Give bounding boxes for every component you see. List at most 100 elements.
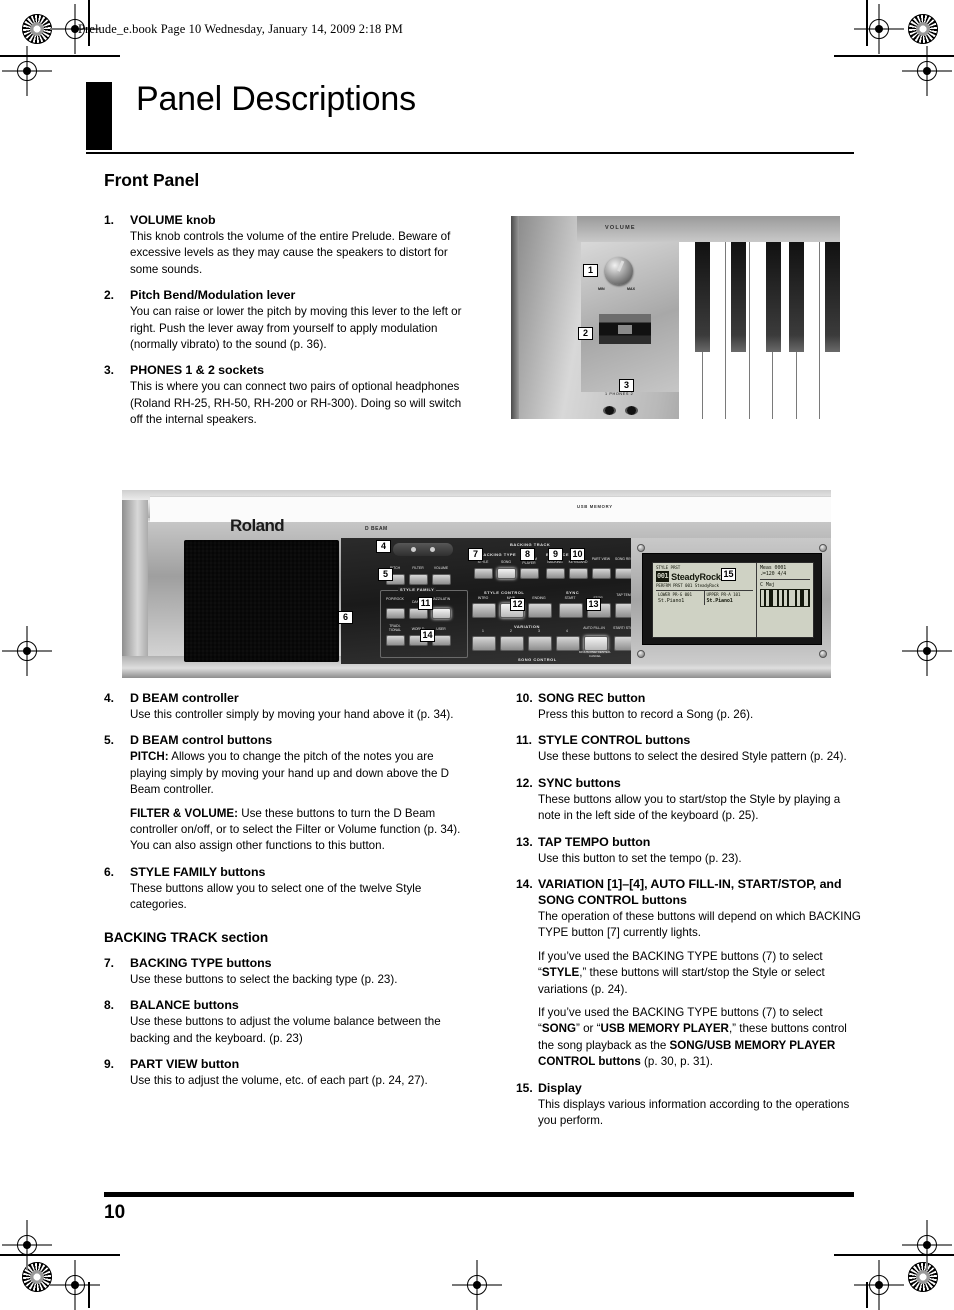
trim-line-top-left-h <box>0 55 120 57</box>
style-family-traditional-button[interactable] <box>386 635 405 646</box>
item-number: 14. <box>516 877 533 892</box>
sync-group-label: SYNC <box>566 590 580 595</box>
volume-knob-photo: VOLUME MIN MAX 1 PHONES 2 <box>511 216 840 419</box>
speaker-grille <box>184 540 339 662</box>
backing-type-usb-mem-player-button[interactable] <box>520 568 539 579</box>
crop-mark-right-lower <box>902 1220 952 1270</box>
d-beam-volume-button[interactable] <box>432 574 451 585</box>
backing-type-style-button[interactable] <box>474 568 493 579</box>
lcd-lower-part: LOWER PR-G 001 St.Piano1 <box>656 591 705 605</box>
item-paragraph: These buttons allow you to select one of… <box>130 881 422 912</box>
page-title: Panel Descriptions <box>136 80 416 118</box>
balance-keyboard-label: KEYBOARD <box>568 560 588 564</box>
list-item: 5. D BEAM control buttons PITCH: Allows … <box>104 732 464 854</box>
page-title-block: Panel Descriptions <box>86 80 854 156</box>
callout-1: 1 <box>583 264 598 277</box>
item-paragraph: Press this button to record a Song (p. 2… <box>538 708 754 721</box>
style-control-group-label: STYLE CONTROL <box>484 590 525 595</box>
variation-3-label: 3 <box>538 629 540 633</box>
item-heading: TAP TEMPO button <box>538 834 651 849</box>
item-number: 6. <box>104 864 115 879</box>
part-view-button[interactable] <box>592 568 611 579</box>
callout-13: 13 <box>586 598 601 611</box>
d-beam-filter-label: FILTER <box>412 566 424 570</box>
item-number: 3. <box>104 363 115 378</box>
style-control-intro-button[interactable] <box>472 603 496 618</box>
lcd-upper-tone: St.Piano1 <box>706 598 733 604</box>
black-key <box>731 242 746 352</box>
left-column-top: 1. VOLUME knob This knob controls the vo… <box>104 212 470 438</box>
crop-mark-left-upper <box>2 46 52 96</box>
style-control-ending-button[interactable] <box>528 603 552 618</box>
d-beam-label: D BEAM <box>365 526 388 532</box>
item-heading: SONG REC button <box>538 691 646 705</box>
item-paragraph: These buttons allow you to start/stop th… <box>538 792 841 823</box>
variation-2-button[interactable] <box>500 636 524 651</box>
callout-11: 11 <box>418 597 433 610</box>
crop-mark-bottom-center <box>452 1260 502 1310</box>
crop-mark-bottom-left <box>50 1260 100 1310</box>
balance-keyboard-button[interactable] <box>569 568 588 579</box>
bezel-screw <box>819 544 827 552</box>
trim-line-bottom-right-h <box>834 1254 954 1256</box>
balance-backing-label: BACKING <box>547 560 563 564</box>
item-number: 10. <box>516 691 533 705</box>
item-number: 9. <box>104 1057 115 1072</box>
trim-line-bottom-left-v <box>88 1282 90 1308</box>
callout-12: 12 <box>510 598 525 611</box>
lcd-left-pane: STYLE PRST 001 SteadyRock PERFRM PRST 001… <box>653 563 757 637</box>
list-item: 9. PART VIEW button Use this to adjust t… <box>104 1056 464 1089</box>
lcd-style-name: SteadyRock <box>671 572 721 582</box>
item-paragraph: Use these buttons to adjust the volume b… <box>130 1015 441 1045</box>
style-family-pop-rock-button[interactable] <box>386 608 405 619</box>
list-item: 4. D BEAM controller Use this controller… <box>104 690 464 723</box>
item-number: 4. <box>104 691 115 705</box>
backing-type-song-button[interactable] <box>497 568 516 579</box>
style-family-traditional-label: TRADI-TIONAL <box>388 624 402 632</box>
auto-fill-in-label: AUTO FILL-IN <box>583 626 605 630</box>
pitch-bend-lever <box>599 314 651 344</box>
crop-mark-right-upper <box>902 46 952 96</box>
lcd-upper-part: UPPER PR-A 101 St.Piano1 <box>705 591 754 605</box>
callout-7: 7 <box>468 548 483 561</box>
auto-fill-in-button[interactable] <box>584 636 608 651</box>
photo-left-edge <box>511 216 519 419</box>
item-number: 2. <box>104 288 115 303</box>
lcd-chord: C Maj <box>760 579 810 588</box>
item-heading: PART VIEW button <box>130 1057 240 1072</box>
roland-logo: Roland <box>230 516 285 535</box>
item-number: 15. <box>516 1080 533 1095</box>
list-item: 1. VOLUME knob This knob controls the vo… <box>104 212 470 278</box>
lcd-style-number: 001 <box>656 571 670 582</box>
variation-3-button[interactable] <box>528 636 552 651</box>
crop-mark-left-lower <box>2 1220 52 1270</box>
item-paragraph: This knob controls the volume of the ent… <box>130 230 451 276</box>
lcd-screen[interactable]: STYLE PRST 001 SteadyRock PERFRM PRST 001… <box>642 553 822 645</box>
list-item: 6. STYLE FAMILY buttons These buttons al… <box>104 864 464 914</box>
crop-mark-right-middle <box>902 626 952 676</box>
item-heading: Pitch Bend/Modulation lever <box>130 288 296 303</box>
style-family-jazz-latin-button[interactable] <box>432 608 451 619</box>
bezel-screw <box>637 544 645 552</box>
lcd-style-row: 001 SteadyRock <box>656 571 753 583</box>
callout-3: 3 <box>619 379 634 392</box>
variation-1-button[interactable] <box>472 636 496 651</box>
section-subheading: Front Panel <box>104 170 200 190</box>
item-number: 7. <box>104 956 115 971</box>
d-beam-filter-button[interactable] <box>409 574 428 585</box>
variation-4-button[interactable] <box>556 636 580 651</box>
list-item: 15. Display This displays various inform… <box>516 1080 862 1130</box>
page-number: 10 <box>104 1202 126 1223</box>
sync-start-button[interactable] <box>559 603 583 618</box>
item-heading: SYNC buttons <box>538 775 621 790</box>
balance-backing-button[interactable] <box>546 568 565 579</box>
list-item: 8. BALANCE buttons Use these buttons to … <box>104 997 464 1047</box>
list-item: 10. SONG REC button Press this button to… <box>516 690 862 723</box>
item-paragraph: This displays various information accord… <box>538 1097 850 1128</box>
callout-10: 10 <box>570 548 585 561</box>
keyboard-keys <box>679 242 840 419</box>
title-accent-bar <box>86 82 112 150</box>
right-column: 10. SONG REC button Press this button to… <box>516 690 862 1139</box>
trim-line-bottom-left-h <box>0 1254 120 1256</box>
variation-group-label: VARIATION <box>514 624 540 629</box>
